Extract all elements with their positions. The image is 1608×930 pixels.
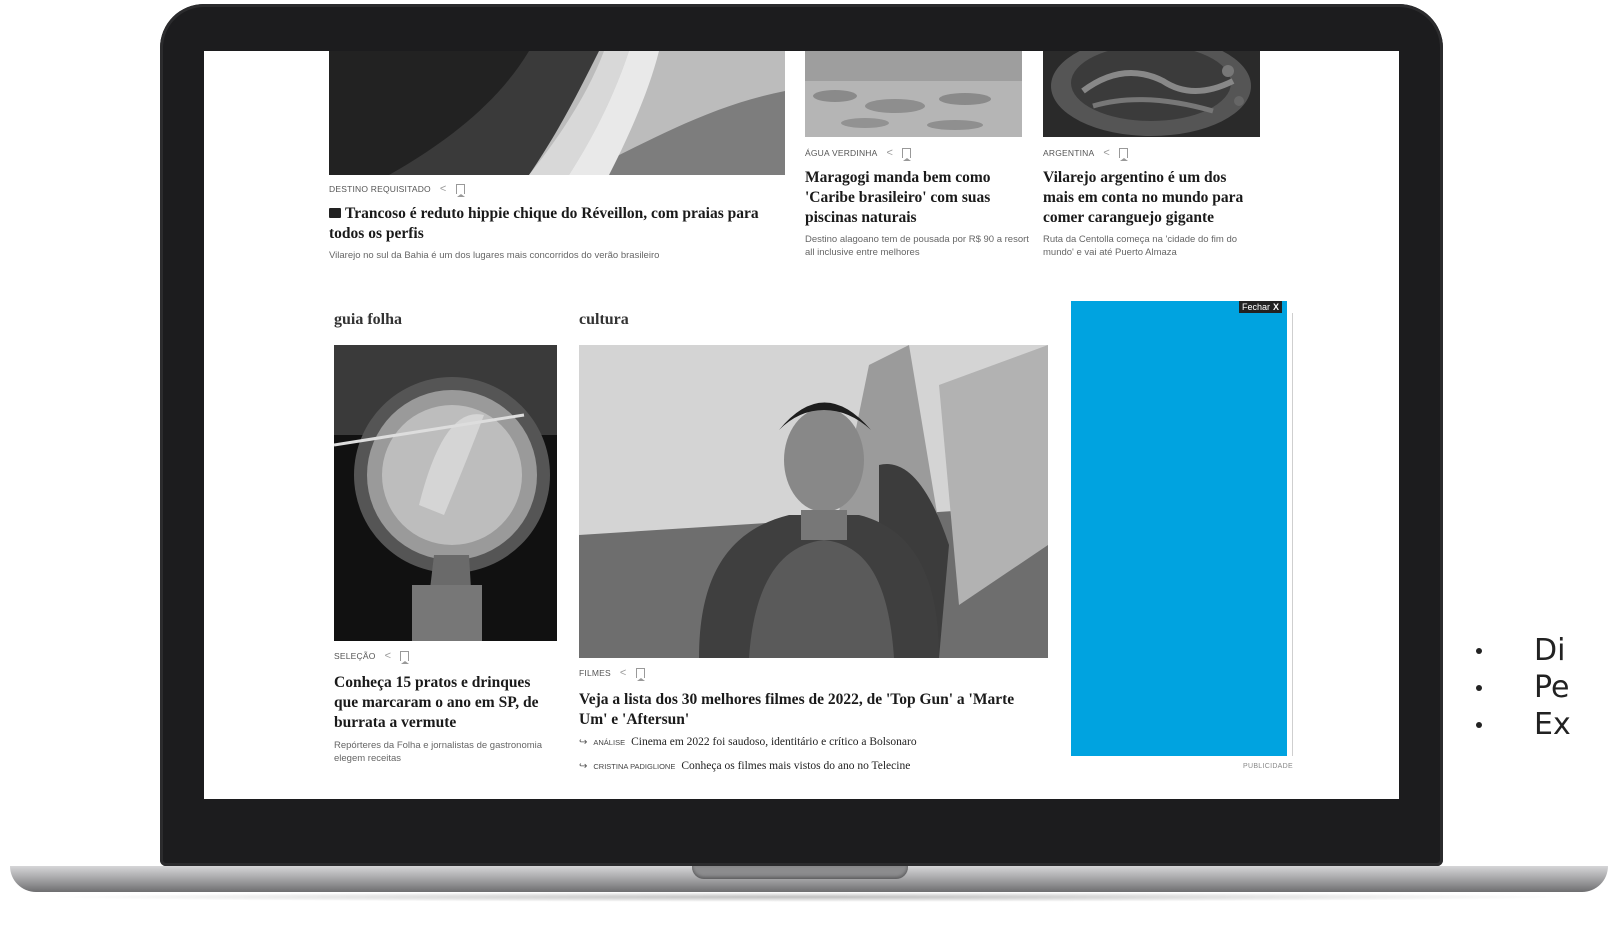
article-headline[interactable]: Maragogi manda bem como 'Caribe brasilei… [805, 168, 1027, 228]
bookmark-icon[interactable] [902, 148, 912, 161]
related-link[interactable]: ↪ CRISTINA PADIGLIONE Conheça os filmes … [579, 760, 910, 772]
kicker-label: DESTINO REQUISITADO [329, 184, 431, 194]
kicker-label: FILMES [579, 668, 611, 678]
ad-divider [1292, 313, 1293, 756]
bullet-text: Di [1534, 633, 1566, 668]
bookmark-icon[interactable] [635, 668, 645, 681]
arrow-return-icon: ↪ [579, 737, 588, 748]
headline-text: Trancoso é reduto hippie chique do Révei… [329, 205, 759, 242]
related-tag: ANÁLISE [593, 738, 626, 747]
article-kicker: ARGENTINA < [1043, 148, 1129, 161]
share-icon[interactable]: < [385, 651, 392, 662]
caranguejo-photo[interactable] [1043, 51, 1260, 137]
share-icon[interactable]: < [1103, 148, 1110, 159]
drink-photo[interactable] [334, 345, 557, 641]
ad-close-label: Fechar [1242, 302, 1271, 312]
top-gun-photo[interactable] [579, 345, 1048, 658]
bullet-dot [1476, 648, 1482, 654]
section-title-guia[interactable]: guia folha [334, 311, 402, 329]
related-text: Cinema em 2022 foi saudoso, identitário … [631, 736, 917, 748]
section-title-cultura[interactable]: cultura [579, 311, 629, 329]
ad-label: PUBLICIDADE [1243, 763, 1293, 770]
gallery-icon [329, 208, 341, 218]
article-standfirst: Vilarejo no sul da Bahia é um dos lugare… [329, 250, 660, 261]
article-standfirst: Repórteres da Folha e jornalistas de gas… [334, 740, 543, 764]
kicker-label: ÁGUA VERDINHA [805, 148, 878, 158]
bullet-dot [1476, 722, 1482, 728]
article-kicker: ÁGUA VERDINHA < [805, 148, 912, 161]
close-icon: X [1273, 302, 1280, 312]
article-headline[interactable]: Conheça 15 pratos e drinques que marcara… [334, 673, 554, 733]
article-headline[interactable]: Veja a lista dos 30 melhores filmes de 2… [579, 690, 1039, 730]
article-standfirst: Ruta da Centolla começa na 'cidade do fi… [1043, 234, 1238, 258]
laptop-shadow [40, 892, 1580, 902]
related-text: Conheça os filmes mais vistos do ano no … [681, 760, 911, 772]
bookmark-icon[interactable] [455, 184, 465, 197]
kicker-label: ARGENTINA [1043, 148, 1095, 158]
article-kicker: SELEÇÃO < [334, 651, 410, 664]
article-headline[interactable]: Vilarejo argentino é um dos mais em cont… [1043, 168, 1258, 228]
related-tag: CRISTINA PADIGLIONE [593, 762, 676, 771]
article-kicker: FILMES < [579, 668, 645, 681]
ad-close-button[interactable]: Fechar X [1239, 301, 1283, 313]
article-kicker: DESTINO REQUISITADO < [329, 184, 465, 197]
related-link[interactable]: ↪ ANÁLISE Cinema em 2022 foi saudoso, id… [579, 736, 917, 748]
ad-banner[interactable] [1071, 301, 1287, 756]
share-icon[interactable]: < [440, 184, 447, 195]
laptop-screen: DESTINO REQUISITADO < Trancoso é reduto … [204, 51, 1399, 799]
trancoso-photo[interactable] [329, 51, 785, 175]
bullet-text: Ex [1534, 707, 1571, 742]
arrow-return-icon: ↪ [579, 761, 588, 772]
share-icon[interactable]: < [620, 668, 627, 679]
laptop-notch [692, 866, 908, 879]
article-standfirst: Destino alagoano tem de pousada por R$ 9… [805, 234, 1029, 258]
kicker-label: SELEÇÃO [334, 651, 376, 661]
bullet-text: Pe [1534, 670, 1570, 705]
bookmark-icon[interactable] [400, 651, 410, 664]
maragogi-photo[interactable] [805, 51, 1022, 137]
article-headline[interactable]: Trancoso é reduto hippie chique do Révei… [329, 204, 779, 244]
share-icon[interactable]: < [887, 148, 894, 159]
bookmark-icon[interactable] [1119, 148, 1129, 161]
bullet-dot [1476, 685, 1482, 691]
